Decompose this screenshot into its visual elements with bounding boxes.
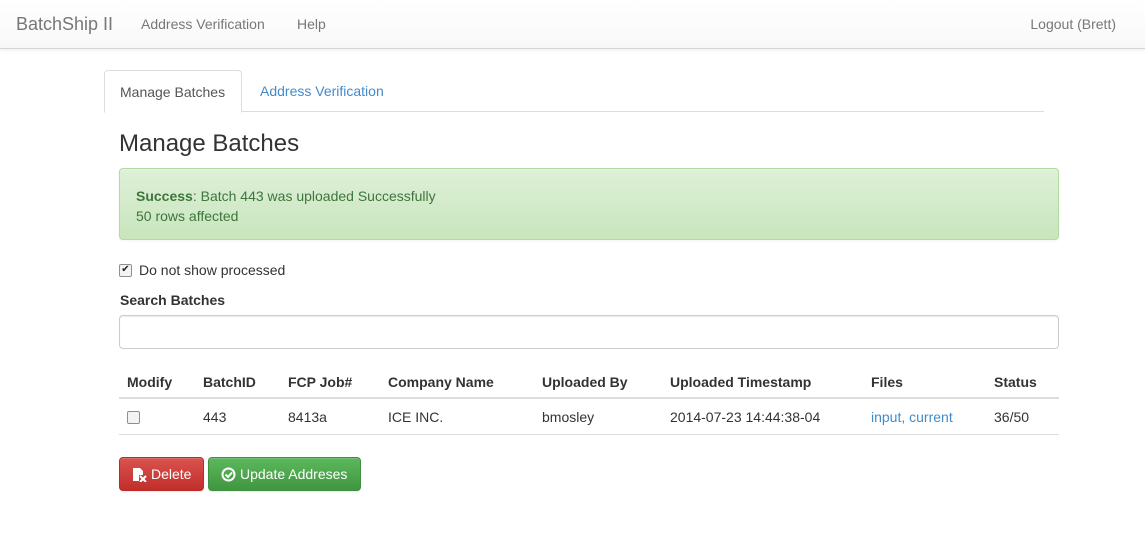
delete-button[interactable]: Delete	[119, 457, 204, 491]
files-separator: ,	[901, 409, 906, 425]
processed-checkbox[interactable]: ✔	[119, 263, 132, 277]
alert-message: : Batch 443 was uploaded Successfully	[192, 188, 436, 204]
alert-strong: Success	[136, 188, 193, 204]
file-current-link[interactable]: current	[909, 409, 953, 425]
logout-link[interactable]: Logout (Brett)	[1030, 16, 1116, 32]
uploaded-by: bmosley	[542, 409, 595, 425]
batches-table: Modify BatchID FCP Job# Company Name Upl…	[119, 364, 1059, 435]
fcp-job-link[interactable]: 8413a	[288, 409, 327, 425]
status-cell: 36/50	[994, 409, 1030, 425]
update-button-label: Update Addreses	[240, 466, 348, 482]
page-title: Manage Batches	[119, 130, 300, 157]
tab-address-verification[interactable]: Address Verification	[245, 70, 399, 112]
processed-checkbox-label[interactable]: Do not show processed	[139, 262, 285, 278]
success-alert: Success: Batch 443 was uploaded Successf…	[119, 168, 1059, 240]
files-cell: input, current	[871, 409, 953, 425]
company-link[interactable]: ICE INC.	[388, 409, 443, 425]
header-modify: Modify	[127, 374, 173, 390]
tab-bar: Manage Batches Address Verification	[104, 70, 1044, 113]
navbar: BatchShip II Address Verification Help L…	[0, 0, 1145, 49]
alert-detail: 50 rows affected	[136, 208, 239, 224]
update-addresses-button[interactable]: Update Addreses	[208, 457, 361, 491]
uploaded-timestamp: 2014-07-23 14:44:38-04	[670, 409, 821, 425]
header-fcp-job: FCP Job#	[288, 374, 353, 390]
header-company: Company Name	[388, 374, 494, 390]
header-files: Files	[871, 374, 903, 390]
file-input-link[interactable]: input	[871, 409, 901, 425]
search-label: Search Batches	[120, 292, 226, 308]
brand-link[interactable]: BatchShip II	[16, 14, 113, 35]
check-circle-icon	[221, 467, 236, 482]
file-remove-icon	[132, 467, 147, 482]
header-timestamp: Uploaded Timestamp	[670, 374, 812, 390]
delete-button-label: Delete	[151, 466, 192, 482]
header-uploaded-by: Uploaded By	[542, 374, 628, 390]
table-row: 443 8413a ICE INC. bmosley 2014-07-23 14…	[119, 399, 1059, 435]
tab-manage-batches[interactable]: Manage Batches	[104, 70, 242, 113]
filter-row: ✔ Do not show processed	[119, 262, 285, 278]
batch-id-link[interactable]: 443	[203, 409, 226, 425]
row-modify-checkbox[interactable]	[127, 411, 140, 424]
search-input[interactable]	[119, 315, 1059, 349]
nav-help[interactable]: Help	[297, 16, 326, 32]
header-batchid: BatchID	[203, 374, 256, 390]
table-header: Modify BatchID FCP Job# Company Name Upl…	[119, 364, 1059, 399]
nav-address-verification[interactable]: Address Verification	[141, 16, 265, 32]
header-status: Status	[994, 374, 1037, 390]
